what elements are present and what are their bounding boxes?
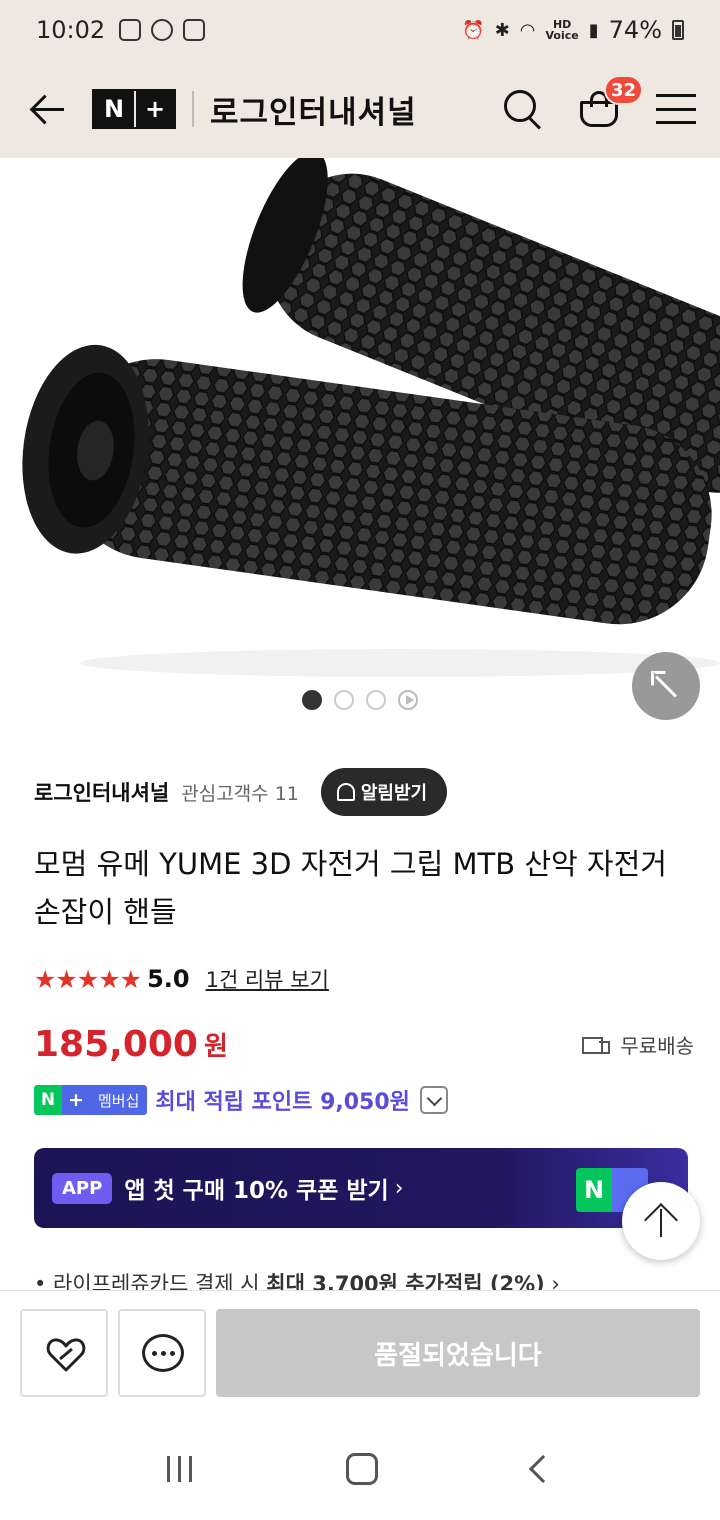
- scroll-to-top-button[interactable]: [622, 1182, 700, 1260]
- wifi-icon: ◠: [519, 19, 536, 41]
- logo-plus: +: [134, 91, 174, 127]
- store-title[interactable]: 로그인터내셔널: [210, 87, 417, 132]
- search-icon[interactable]: [500, 87, 544, 131]
- soldout-button[interactable]: 품절되었습니다: [216, 1309, 700, 1397]
- promo-text: 앱 첫 구매 10% 쿠폰 받기: [124, 1178, 389, 1204]
- max-points-text: 최대 적립 포인트 9,050원: [155, 1090, 410, 1115]
- back-arrow-icon[interactable]: [24, 86, 70, 132]
- bluetooth-icon: ✱: [494, 19, 510, 41]
- gallery-dot[interactable]: [334, 690, 354, 710]
- shipping-label: 무료배송: [620, 1034, 694, 1058]
- chat-icon: [142, 1334, 184, 1372]
- status-time: 10:02: [36, 16, 106, 44]
- naver-plus-store-logo[interactable]: N +: [92, 89, 176, 129]
- reviews-link[interactable]: 1건 리뷰 보기: [206, 964, 329, 994]
- system-nav-bar: [0, 1418, 720, 1520]
- talktalk-button[interactable]: [118, 1309, 206, 1397]
- header-divider: [192, 91, 194, 127]
- gallery-pagination: [0, 690, 720, 710]
- alarm-label: 알림받기: [360, 783, 428, 804]
- chevron-down-icon[interactable]: [419, 1086, 448, 1114]
- rating-row: ★★★★★ 5.0 1건 리뷰 보기: [34, 964, 329, 994]
- gallery-video-dot[interactable]: [398, 690, 418, 710]
- hd-voice-icon: HD Voice: [545, 18, 579, 42]
- bell-icon: [336, 783, 355, 801]
- app-coupon-banner[interactable]: APP 앱 첫 구매 10% 쿠폰 받기 › N: [34, 1148, 688, 1228]
- cart-count-badge: 32: [604, 75, 644, 105]
- membership-badge: N + 멤버십: [34, 1085, 148, 1115]
- card-benefit-line[interactable]: • 라이프레쥬카드 결제 시 최대 3,700원 추가적립 (2%) ›: [34, 1268, 674, 1290]
- recent-apps-icon[interactable]: [167, 1456, 193, 1482]
- battery-percent: 74%: [608, 16, 662, 44]
- star-rating-icon: ★★★★★: [34, 964, 142, 994]
- alarm-icon: ⏰: [462, 19, 485, 41]
- membership-points-row[interactable]: N + 멤버십 최대 적립 포인트 9,050원: [34, 1084, 448, 1116]
- gallery-dot[interactable]: [366, 690, 386, 710]
- alarm-button[interactable]: 알림받기: [320, 768, 448, 816]
- notification-icon: [119, 19, 142, 41]
- location-app-icon: [151, 19, 174, 41]
- app-header: N + 로그인터내셔널 32: [0, 60, 720, 158]
- gallery-icon: [183, 19, 206, 41]
- product-title: 모멈 유메 YUME 3D 자전거 그립 MTB 산악 자전거 손잡이 핸들: [34, 847, 667, 929]
- product-image[interactable]: [0, 158, 720, 678]
- seller-row: 로그인터내셔널 관심고객수 11 알림받기: [34, 768, 448, 816]
- seller-name[interactable]: 로그인터내셔널: [34, 777, 169, 807]
- rating-score: 5.0: [147, 965, 190, 993]
- app-badge: APP: [52, 1172, 113, 1204]
- battery-icon: [672, 20, 684, 40]
- status-bar: 10:02 ⏰ ✱ ◠ HD Voice ▮ 74%: [0, 0, 720, 60]
- home-icon[interactable]: [346, 1453, 379, 1485]
- price: 185,000: [34, 1024, 198, 1065]
- logo-n: N: [94, 91, 134, 127]
- chevron-right-icon: ›: [394, 1175, 404, 1201]
- gallery-dot[interactable]: [302, 690, 322, 710]
- seller-favorites: 관심고객수 11: [181, 782, 299, 805]
- cart-icon[interactable]: 32: [578, 75, 644, 131]
- back-nav-icon[interactable]: [528, 1454, 557, 1484]
- wishlist-button[interactable]: [20, 1309, 108, 1397]
- signal-icon: ▮: [588, 19, 599, 41]
- truck-icon: [582, 1035, 611, 1055]
- bottom-action-bar: 품절되었습니다: [0, 1290, 720, 1418]
- hamburger-menu-icon[interactable]: [656, 94, 696, 124]
- price-row: 185,000 원 무료배송: [34, 1024, 694, 1065]
- shipping-info: 무료배송: [582, 1030, 694, 1059]
- price-currency: 원: [203, 1032, 228, 1062]
- heart-icon: [46, 1338, 86, 1372]
